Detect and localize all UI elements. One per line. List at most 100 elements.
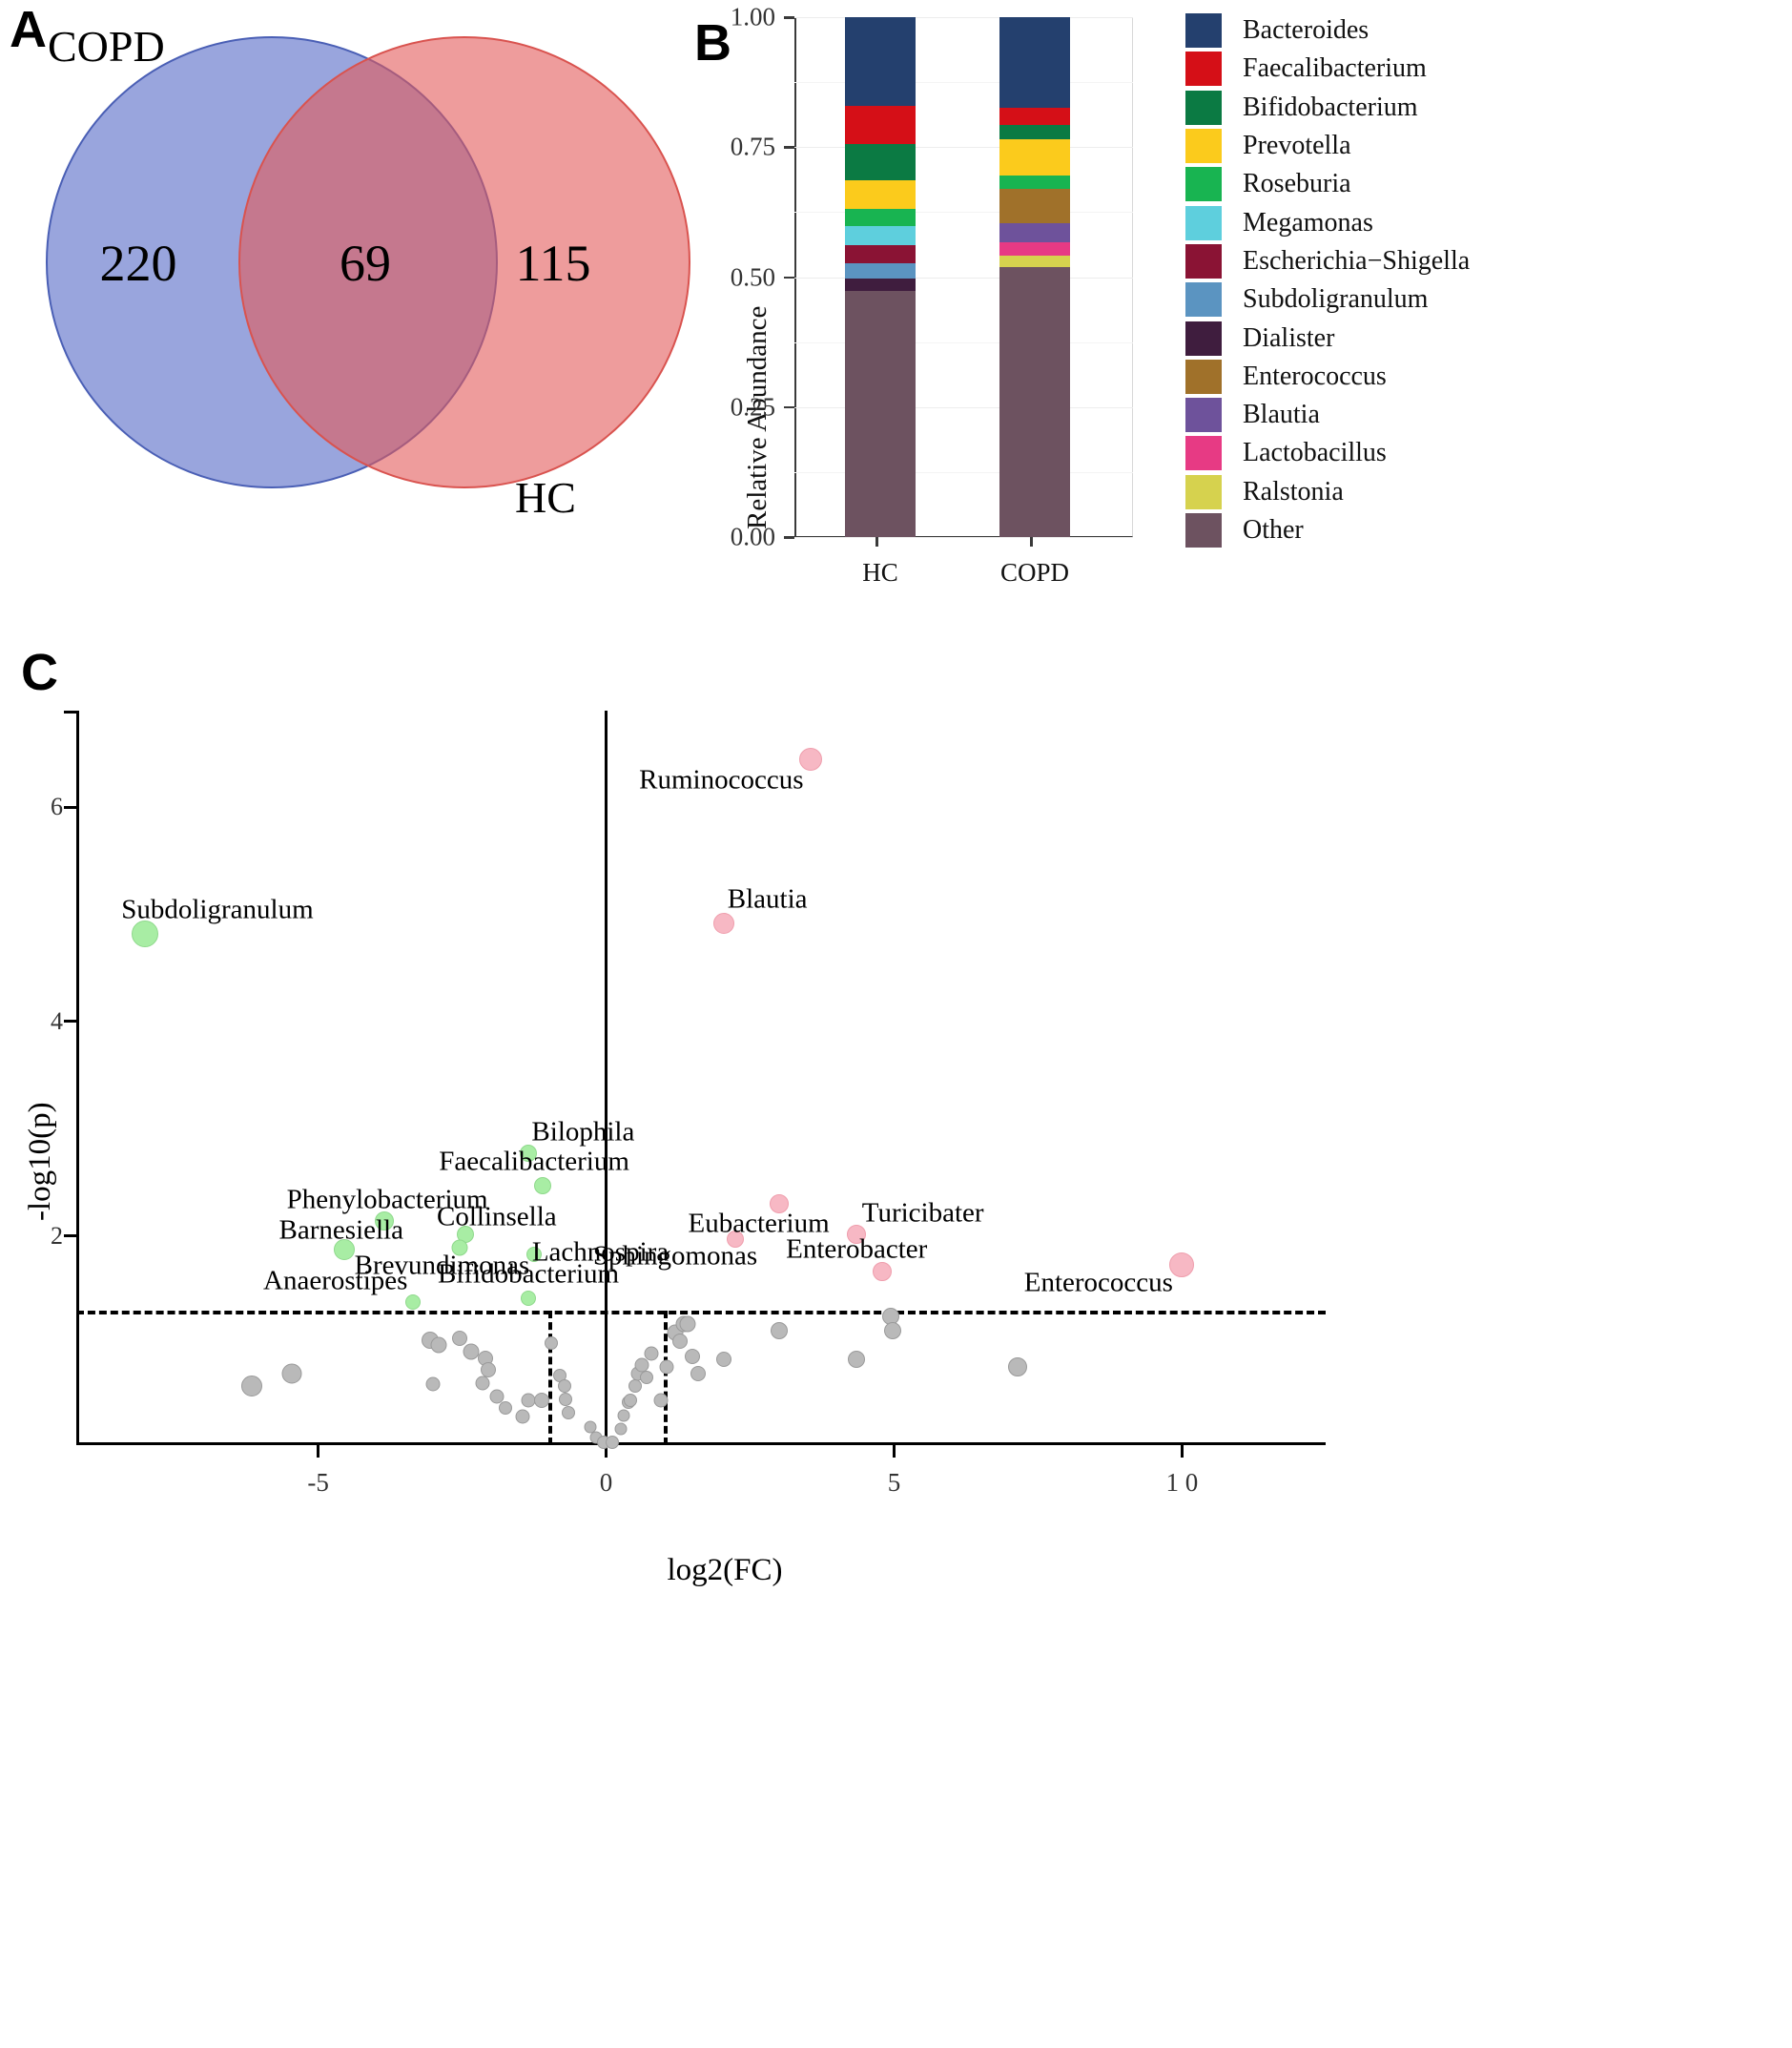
legend-item-escherichia-shigella[interactable]: Escherichia−Shigella — [1185, 242, 1470, 280]
data-point — [716, 1352, 732, 1368]
data-point — [623, 1393, 637, 1407]
bar-segment-enterococcus — [999, 189, 1070, 223]
y-tick-mark — [64, 805, 76, 809]
y-tick-label: 0.00 — [730, 522, 775, 551]
data-point-anaerostipes — [405, 1294, 422, 1311]
data-point — [685, 1348, 701, 1364]
bar-segment-prevotella — [999, 139, 1070, 176]
point-label-sphingomonas: Sphingomonas — [592, 1240, 758, 1272]
x-tick-label-hc: HC — [862, 558, 898, 587]
panel-c-y-axis-line — [76, 711, 79, 1445]
data-point — [475, 1376, 490, 1391]
legend-item-blautia[interactable]: Blautia — [1185, 396, 1470, 434]
legend-swatch — [1185, 167, 1222, 202]
panel-c-volcano-plot: C -log10(p) 2 4 6 -5 0 5 1 0 Ruminococcus Blaut… — [0, 630, 1792, 2048]
legend-item-prevotella[interactable]: Prevotella — [1185, 127, 1470, 165]
bar-segment-megamonas — [845, 225, 916, 245]
point-label-subdoligranulum: Subdoligranulum — [121, 894, 314, 925]
data-point — [884, 1321, 902, 1339]
legend-item-dialister[interactable]: Dialister — [1185, 319, 1470, 357]
legend-swatch — [1185, 90, 1222, 125]
panel-b-plot-area: 0.00 0.25 0.50 0.75 1.00 HC COPD — [731, 3, 1133, 587]
legend-swatch — [1185, 282, 1222, 318]
significance-threshold-line — [76, 1311, 1326, 1315]
data-point — [545, 1336, 559, 1351]
legend-item-enterococcus[interactable]: Enterococcus — [1185, 358, 1470, 396]
panel-c-y-axis-title: -log10(p) — [23, 1102, 57, 1221]
y-tick-mark — [784, 536, 794, 539]
x-tick-label: 0 — [599, 1468, 613, 1497]
legend-label: Ralstonia — [1243, 476, 1344, 507]
legend-item-roseburia[interactable]: Roseburia — [1185, 165, 1470, 203]
data-point — [770, 1321, 788, 1339]
data-point-bifidobacterium — [521, 1291, 537, 1306]
legend-swatch — [1185, 129, 1222, 164]
legend-label: Faecalibacterium — [1243, 53, 1427, 84]
legend-swatch — [1185, 474, 1222, 509]
point-label-ruminococcus: Ruminococcus — [639, 764, 804, 796]
bar-segment-bacteroides — [999, 17, 1070, 109]
data-point — [659, 1359, 674, 1375]
bar-segment-other — [999, 266, 1070, 537]
data-point-blautia — [713, 912, 735, 934]
legend-label: Dialister — [1243, 322, 1335, 353]
legend-item-subdoligranulum[interactable]: Subdoligranulum — [1185, 280, 1470, 319]
legend-label: Escherichia−Shigella — [1243, 245, 1471, 276]
bar-segment-bacteroides — [845, 17, 916, 106]
bar-segment-dialister — [845, 278, 916, 291]
y-tick-mark — [64, 1234, 76, 1238]
y-tick-mark — [784, 16, 794, 19]
point-label-turicibater: Turicibater — [861, 1197, 984, 1229]
legend-item-other[interactable]: Other — [1185, 511, 1470, 549]
legend-swatch — [1185, 398, 1222, 433]
panel-a-letter: A — [10, 1, 47, 58]
data-point — [617, 1409, 630, 1422]
data-point — [628, 1379, 642, 1394]
legend-swatch — [1185, 513, 1222, 548]
bar-segment-roseburia — [845, 208, 916, 226]
data-point-faecalibacterium — [534, 1176, 552, 1194]
data-point — [558, 1379, 572, 1394]
data-point — [679, 1315, 696, 1333]
x-tick-mark — [317, 1445, 320, 1458]
point-label-bilophila: Bilophila — [531, 1116, 635, 1148]
legend-label: Enterococcus — [1243, 361, 1387, 391]
legend-item-ralstonia[interactable]: Ralstonia — [1185, 473, 1470, 511]
bar-segment-escherichia-shigella — [845, 244, 916, 263]
legend-swatch — [1185, 243, 1222, 279]
y-tick-mark — [784, 146, 794, 149]
legend-item-bifidobacterium[interactable]: Bifidobacterium — [1185, 89, 1470, 127]
data-point — [653, 1393, 669, 1408]
stacked-bar-copd — [999, 17, 1070, 537]
point-label-enterobacter: Enterobacter — [786, 1233, 928, 1265]
legend-item-lactobacillus[interactable]: Lactobacillus — [1185, 434, 1470, 472]
legend-item-bacteroides[interactable]: Bacteroides — [1185, 11, 1470, 50]
bar-segment-prevotella — [845, 180, 916, 209]
data-point — [671, 1333, 688, 1349]
center-line — [605, 711, 608, 1445]
legend-item-faecalibacterium[interactable]: Faecalibacterium — [1185, 50, 1470, 88]
panel-c-plot-area: 2 4 6 -5 0 5 1 0 Ruminococcus Blautia Subdoligra… — [51, 711, 1326, 1497]
venn-label-hc: HC — [515, 473, 576, 522]
data-point — [241, 1376, 263, 1397]
bar-segment-bifidobacterium — [999, 124, 1070, 140]
bar-segment-faecalibacterium — [845, 105, 916, 145]
legend-label: Prevotella — [1243, 131, 1351, 161]
bar-segment-lactobacillus — [999, 242, 1070, 256]
panel-b-stacked-bar-chart: B Relative Abundance 0.00 0.25 0.50 0.75 1.0… — [694, 0, 1792, 610]
y-tick-label: 2 — [51, 1221, 63, 1250]
legend-swatch — [1185, 205, 1222, 240]
point-label-enterococcus: Enterococcus — [1023, 1267, 1173, 1298]
y-tick-label: 0.25 — [730, 392, 775, 422]
fold-change-threshold-line — [548, 1311, 553, 1445]
panel-b-legend: Bacteroides Faecalibacterium Bifidobacteri… — [1185, 11, 1470, 549]
x-tick-mark — [892, 1445, 896, 1458]
x-tick-mark — [1180, 1445, 1184, 1458]
data-point — [848, 1351, 866, 1369]
legend-label: Bifidobacterium — [1243, 92, 1418, 122]
x-tick-label: -5 — [307, 1468, 329, 1497]
data-point — [644, 1346, 659, 1361]
legend-item-megamonas[interactable]: Megamonas — [1185, 203, 1470, 241]
data-point — [281, 1363, 302, 1384]
venn-count-hc-only: 115 — [515, 235, 591, 292]
